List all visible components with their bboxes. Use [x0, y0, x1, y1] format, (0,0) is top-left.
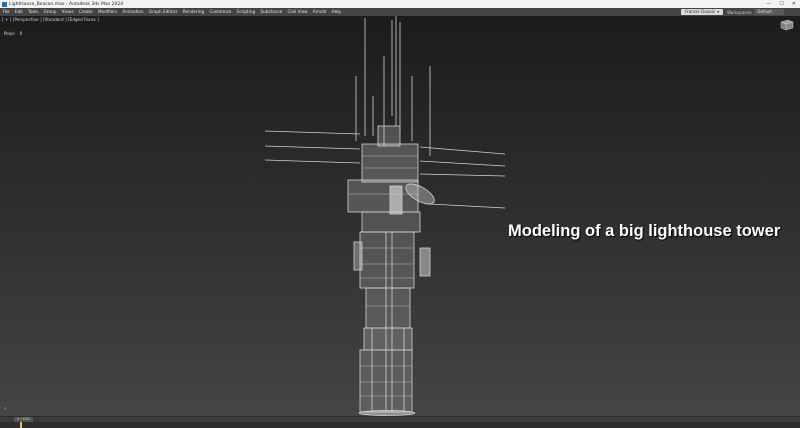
chevron-down-icon: ▾ — [717, 9, 720, 14]
menu-civil-view[interactable]: Civil View — [285, 8, 310, 16]
menu-scripting[interactable]: Scripting — [234, 8, 258, 16]
menu-rendering[interactable]: Rendering — [180, 8, 207, 16]
user-name: Francis Clouvic — [685, 9, 716, 14]
overlay-caption: Modeling of a big lighthouse tower — [508, 222, 781, 240]
axis-tripod-icon: ↗ — [3, 406, 7, 411]
minimize-icon[interactable]: — — [766, 0, 771, 8]
window-titlebar: LightHouse_Beacon.max - Autodesk 3ds Max… — [0, 0, 800, 8]
lighthouse-tower-wireframe[interactable] — [0, 16, 800, 416]
menu-file[interactable]: File — [0, 8, 12, 16]
workspace-select[interactable]: Default — [754, 9, 784, 15]
current-frame-marker[interactable] — [20, 422, 22, 428]
menu-animation[interactable]: Animation — [120, 8, 147, 16]
workspaces-label: Workspaces: — [727, 9, 753, 15]
menu-bar: File Edit Tools Group Views Create Modif… — [0, 8, 800, 16]
menu-group[interactable]: Group — [41, 8, 59, 16]
perspective-viewport[interactable]: [ + ] [Perspective ] [Standard ] [Edged … — [0, 16, 800, 416]
window-title: LightHouse_Beacon.max - Autodesk 3ds Max… — [9, 1, 124, 7]
menu-modifiers[interactable]: Modifiers — [95, 8, 119, 16]
menu-customize[interactable]: Customize — [207, 8, 234, 16]
menu-create[interactable]: Create — [76, 8, 95, 16]
menu-graph-editors[interactable]: Graph Editors — [146, 8, 180, 16]
close-icon[interactable]: ✕ — [792, 0, 796, 8]
maximize-icon[interactable]: ☐ — [779, 0, 783, 8]
menu-tools[interactable]: Tools — [26, 8, 42, 16]
menu-edit[interactable]: Edit — [12, 8, 25, 16]
app-icon — [2, 1, 7, 7]
menu-views[interactable]: Views — [59, 8, 76, 16]
menu-arnold[interactable]: Arnold — [310, 8, 329, 16]
menu-substance[interactable]: Substance — [258, 8, 285, 16]
menu-right-area: Francis Clouvic ▾ Workspaces: Default — [681, 8, 800, 16]
sign-in-button[interactable]: Francis Clouvic ▾ — [681, 9, 724, 15]
track-bar[interactable] — [0, 422, 800, 428]
menu-help[interactable]: Help — [329, 8, 344, 16]
window-controls: — ☐ ✕ — [766, 0, 796, 8]
